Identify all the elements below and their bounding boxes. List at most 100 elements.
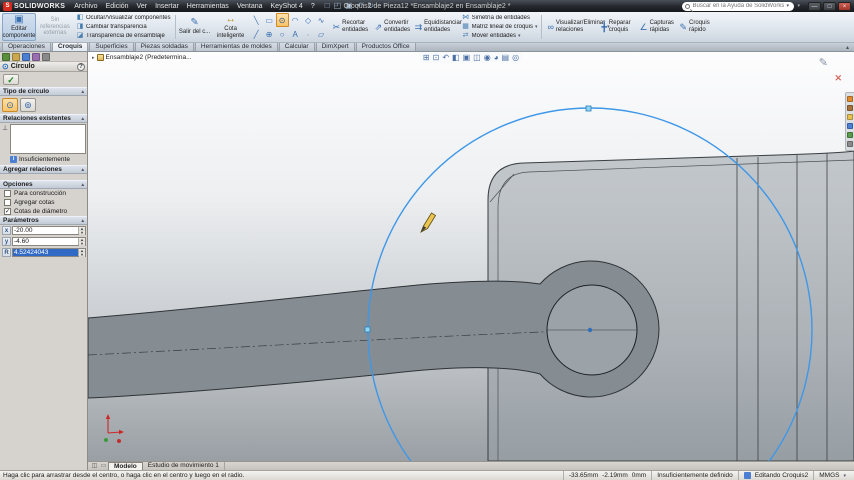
move-entities-button[interactable]: ⇄ Mover entidades ▾ bbox=[460, 32, 540, 40]
arc-tool-icon[interactable]: ◠ bbox=[289, 13, 302, 27]
assembly-transparency-button[interactable]: ◪ Transparencia de ensamblaje bbox=[74, 32, 173, 40]
sketch-origin-triad[interactable] bbox=[105, 414, 124, 435]
exit-sketch-button[interactable]: ✎ Salir del c... bbox=[178, 13, 212, 41]
splitter-icon[interactable]: ◫ bbox=[90, 462, 99, 470]
convert-entities-button[interactable]: ⇗ Convertir entidades bbox=[372, 13, 411, 41]
search-options-chevron-icon[interactable]: ▾ bbox=[797, 3, 800, 9]
file-explorer-tab[interactable] bbox=[847, 114, 853, 120]
graphics-viewport[interactable]: ▸ Ensamblaje2 (Predetermina... ⊞ ⊡ ↶ ◧ ▣… bbox=[88, 52, 854, 461]
appearances-tab[interactable] bbox=[847, 132, 853, 138]
zoom-area-icon[interactable]: ⊡ bbox=[433, 53, 440, 62]
center-y-field[interactable]: -4.60 ▲ ▼ bbox=[12, 237, 86, 246]
scene-canvas[interactable] bbox=[88, 52, 854, 461]
configuration-manager-tab[interactable] bbox=[22, 52, 30, 61]
model-tab[interactable]: Modelo bbox=[108, 462, 143, 470]
no-external-references-button[interactable]: Sin referencias externas bbox=[38, 13, 72, 41]
tree-expand-icon[interactable]: ▸ bbox=[92, 55, 95, 61]
feature-tree-root-item[interactable]: Ensamblaje2 (Predetermina... bbox=[106, 54, 192, 61]
options-section-header[interactable]: Opciones ▴ bbox=[0, 180, 87, 189]
minimize-button[interactable]: — bbox=[808, 1, 821, 11]
spin-down-icon[interactable]: ▼ bbox=[79, 242, 85, 246]
editing-status[interactable]: Editando Croquis2 bbox=[737, 471, 813, 480]
custom-properties-tab[interactable] bbox=[847, 141, 853, 147]
solidworks-resources-tab[interactable] bbox=[847, 96, 853, 102]
ellipse-tool-icon[interactable]: ○ bbox=[276, 27, 289, 41]
collapse-ribbon-icon[interactable]: ▴ bbox=[846, 44, 849, 51]
spin-down-icon[interactable]: ▼ bbox=[79, 253, 85, 257]
smart-dimension-button[interactable]: ↔ Cota inteligente bbox=[214, 13, 248, 41]
polygon-tool-icon[interactable]: ◇ bbox=[302, 13, 315, 27]
section-view-icon[interactable]: ◧ bbox=[452, 53, 460, 62]
open-file-icon[interactable]: ◰ bbox=[334, 1, 342, 11]
hide-show-items-icon[interactable]: ◉ bbox=[484, 53, 491, 62]
hide-show-components-button[interactable]: ◧ Ocultar/Visualizar componentes bbox=[74, 14, 173, 22]
view-orientation-icon[interactable]: ▣ bbox=[463, 53, 471, 62]
new-file-icon[interactable]: □ bbox=[325, 1, 330, 11]
menu-ver[interactable]: Ver bbox=[133, 2, 152, 11]
center-x-spinner[interactable]: ▲ ▼ bbox=[78, 227, 85, 235]
perimeter-circle-button[interactable]: ⊚ bbox=[20, 98, 36, 112]
linear-pattern-button[interactable]: ▦ Matriz lineal de croquis ▾ bbox=[460, 23, 540, 31]
confirm-exit-sketch-icon[interactable]: ✎ bbox=[819, 56, 828, 69]
unit-system-dropdown[interactable]: MMGS ▾ bbox=[813, 471, 851, 480]
mirror-entities-button[interactable]: ⋈ Simetría de entidades bbox=[460, 14, 540, 22]
add-relations-section-header[interactable]: Agregar relaciones ▴ bbox=[0, 165, 87, 174]
repair-sketch-button[interactable]: ╋ Reparar croquis bbox=[598, 13, 634, 41]
dimxpert-manager-tab[interactable] bbox=[32, 52, 40, 61]
cancel-sketch-icon[interactable]: ✕ bbox=[834, 73, 842, 84]
center-circle-button[interactable]: ⊙ bbox=[2, 98, 18, 112]
ok-button[interactable]: ✓ bbox=[3, 74, 19, 85]
zoom-fit-icon[interactable]: ⊞ bbox=[423, 53, 430, 62]
center-y-spinner[interactable]: ▲ ▼ bbox=[78, 238, 85, 246]
feature-manager-tab[interactable] bbox=[2, 52, 10, 61]
diameter-dimensions-checkbox[interactable]: ✓ bbox=[4, 208, 11, 215]
move-entities-dropdown-icon[interactable]: ▾ bbox=[518, 33, 521, 39]
panel-help-icon[interactable]: ? bbox=[77, 62, 85, 71]
spline-tool-icon[interactable]: ∿ bbox=[315, 13, 328, 27]
edit-component-button[interactable]: ▣ Editar componente bbox=[2, 13, 36, 41]
add-dimensions-checkbox[interactable] bbox=[4, 199, 11, 206]
diameter-dimensions-option[interactable]: ✓ Cotas de diámetro bbox=[0, 207, 87, 216]
menu-help[interactable]: ? bbox=[307, 2, 319, 11]
search-input[interactable] bbox=[692, 3, 785, 9]
splitter-icon[interactable]: ▭ bbox=[99, 462, 108, 470]
sketch-point-top[interactable] bbox=[585, 105, 592, 112]
help-search-box[interactable]: ▾ bbox=[682, 1, 795, 11]
view-settings-icon[interactable]: ◎ bbox=[512, 53, 519, 62]
offset-entities-button[interactable]: ⇉ Equidistanciar entidades bbox=[412, 13, 462, 41]
linear-pattern-dropdown-icon[interactable]: ▾ bbox=[535, 24, 538, 30]
view-palette-tab[interactable] bbox=[847, 123, 853, 129]
add-dimensions-option[interactable]: Agregar cotas bbox=[0, 198, 87, 207]
menu-insertar[interactable]: Insertar bbox=[151, 2, 183, 11]
point-tool-icon[interactable]: ⊕ bbox=[263, 27, 276, 41]
radius-spinner[interactable]: ▲ ▼ bbox=[78, 249, 85, 257]
existing-relations-section-header[interactable]: Relaciones existentes ▴ bbox=[0, 114, 87, 123]
quick-snaps-button[interactable]: ∠ Capturas rápidas bbox=[636, 13, 674, 41]
rapid-sketch-button[interactable]: ✎ Croquis rápido bbox=[676, 13, 712, 41]
previous-view-icon[interactable]: ↶ bbox=[442, 53, 449, 62]
menu-archivo[interactable]: Archivo bbox=[70, 2, 101, 11]
change-transparency-button[interactable]: ◨ Cambiar transparencia bbox=[74, 23, 173, 31]
relations-listbox[interactable] bbox=[10, 124, 86, 154]
menu-ventana[interactable]: Ventana bbox=[233, 2, 267, 11]
motion-study-tab[interactable]: Estudio de movimiento 1 bbox=[143, 462, 225, 470]
edit-appearance-icon[interactable]: ◕ bbox=[494, 53, 499, 62]
display-manager-tab[interactable] bbox=[42, 52, 50, 61]
trim-entities-button[interactable]: ✂ Recortar entidades bbox=[330, 13, 370, 41]
text-tool-icon[interactable]: A bbox=[289, 27, 302, 41]
parallelogram-tool-icon[interactable]: ▱ bbox=[315, 27, 328, 41]
circle-type-section-header[interactable]: Tipo de círculo ▴ bbox=[0, 87, 87, 96]
apply-scene-icon[interactable]: ▤ bbox=[502, 53, 510, 62]
close-button[interactable]: × bbox=[838, 1, 851, 11]
sketch-point-tool-icon[interactable]: ∙ bbox=[302, 27, 315, 41]
sketch-point-left[interactable] bbox=[364, 326, 371, 333]
for-construction-option[interactable]: Para construcción bbox=[0, 189, 87, 198]
sketch-circle-center-point[interactable] bbox=[587, 327, 593, 333]
menu-herramientas[interactable]: Herramientas bbox=[183, 2, 233, 11]
display-style-icon[interactable]: ◫ bbox=[473, 53, 481, 62]
display-delete-relations-button[interactable]: ∞ Visualizar/Eliminar relaciones ▾ bbox=[544, 13, 609, 41]
radius-field[interactable]: 4.52424043 ▲ ▼ bbox=[12, 248, 86, 257]
design-library-tab[interactable] bbox=[847, 105, 853, 111]
rectangle-tool-icon[interactable]: ▭ bbox=[263, 13, 276, 27]
spin-down-icon[interactable]: ▼ bbox=[79, 231, 85, 235]
